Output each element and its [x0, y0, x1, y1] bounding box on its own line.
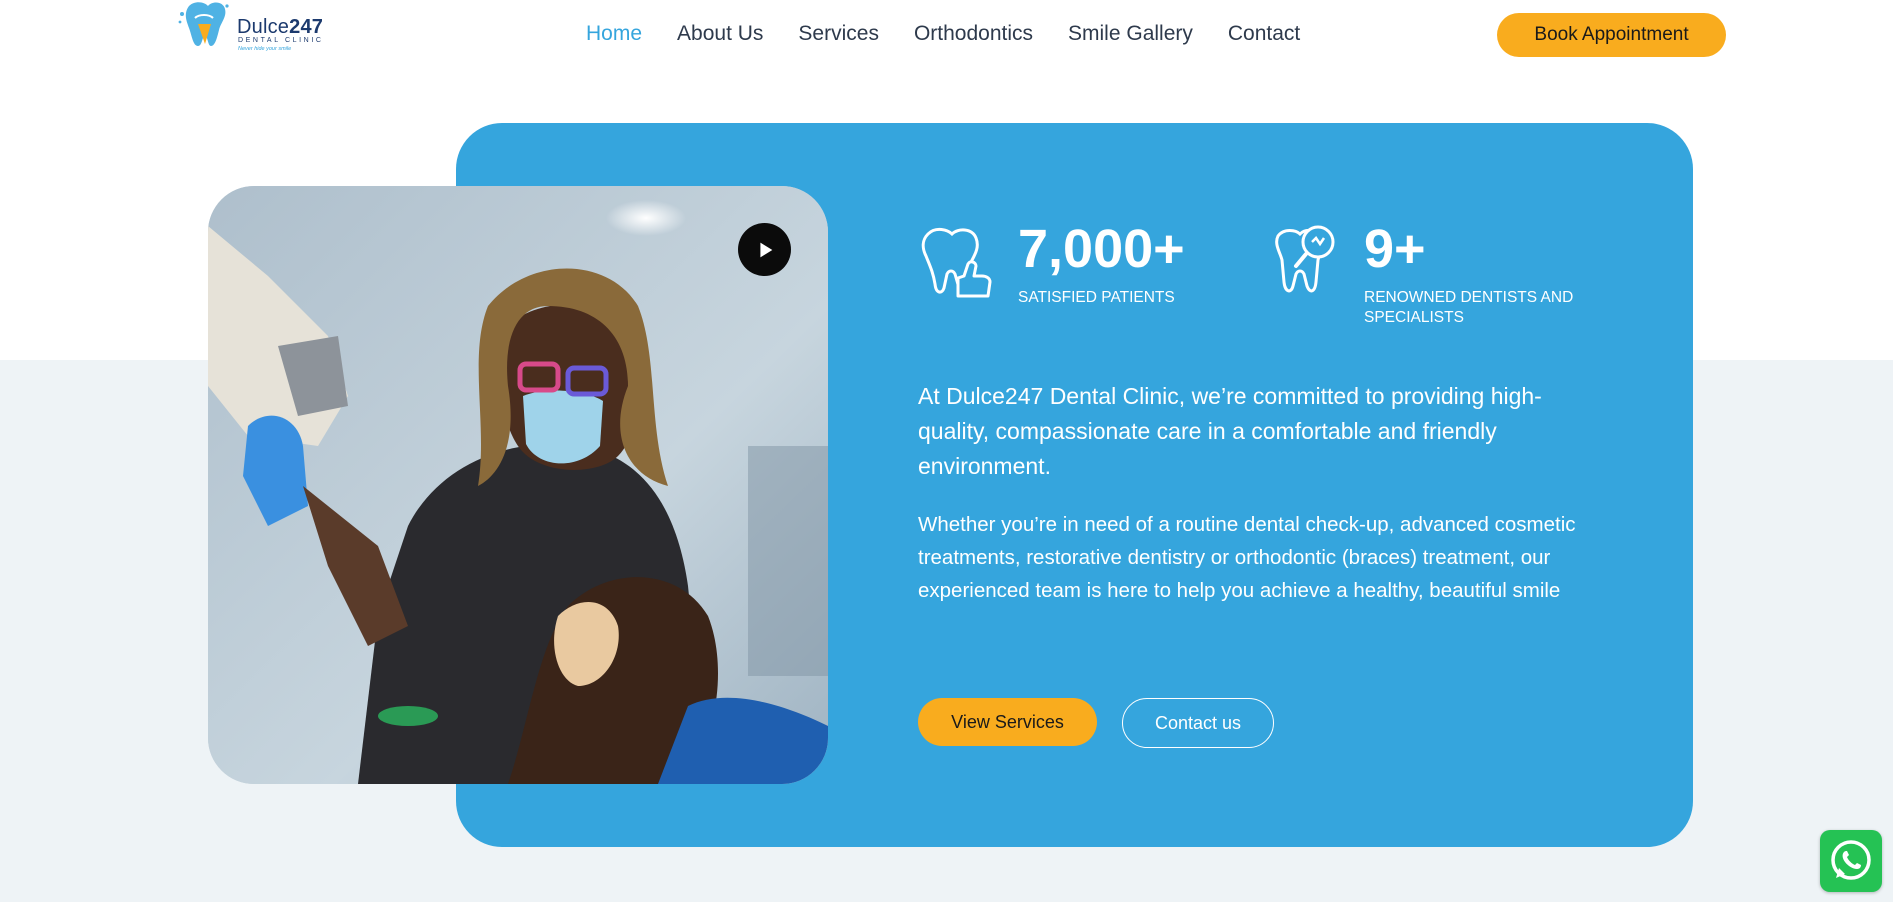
book-appointment-button[interactable]: Book Appointment — [1497, 13, 1726, 57]
tooth-magnifier-icon — [1275, 225, 1335, 293]
stat-dentists-value: 9+ — [1364, 219, 1426, 279]
hero-body-text: Whether you’re in need of a routine dent… — [918, 513, 1576, 602]
play-icon — [759, 242, 772, 257]
logo-tagline: Never hide your smile — [238, 46, 292, 52]
nav-orthodontics[interactable]: Orthodontics — [914, 22, 1033, 46]
logo-name: Dulce247 — [237, 16, 324, 38]
hero-lead-text: At Dulce247 Dental Clinic, we’re committ… — [918, 383, 1542, 479]
site-header: Dulce247 DENTAL CLINIC Never hide your s… — [0, 0, 1893, 70]
play-video-button[interactable] — [738, 223, 791, 276]
contact-us-button[interactable]: Contact us — [1122, 698, 1274, 748]
nav-smile-gallery[interactable]: Smile Gallery — [1068, 22, 1193, 46]
dentist-photo — [208, 186, 828, 784]
stat-patients-value: 7,000+ — [1018, 219, 1185, 279]
main-nav: Home About Us Services Orthodontics Smil… — [586, 22, 1335, 46]
nav-about-us[interactable]: About Us — [677, 22, 763, 46]
stat-patients-label: SATISFIED PATIENTS — [1018, 289, 1175, 306]
nav-home[interactable]: Home — [586, 22, 642, 46]
tooth-thumbs-up-icon — [921, 227, 992, 298]
logo-tooth-icon — [178, 2, 229, 46]
nav-contact[interactable]: Contact — [1228, 22, 1300, 46]
stat-dentists-label: RENOWNED DENTISTS AND SPECIALISTS — [1364, 289, 1574, 326]
logo-subtitle: DENTAL CLINIC — [238, 37, 324, 44]
view-services-button[interactable]: View Services — [918, 698, 1097, 746]
logo[interactable]: Dulce247 DENTAL CLINIC Never hide your s… — [175, 0, 335, 56]
whatsapp-icon — [1831, 840, 1871, 880]
nav-services[interactable]: Services — [798, 22, 879, 46]
whatsapp-button[interactable] — [1820, 830, 1882, 892]
